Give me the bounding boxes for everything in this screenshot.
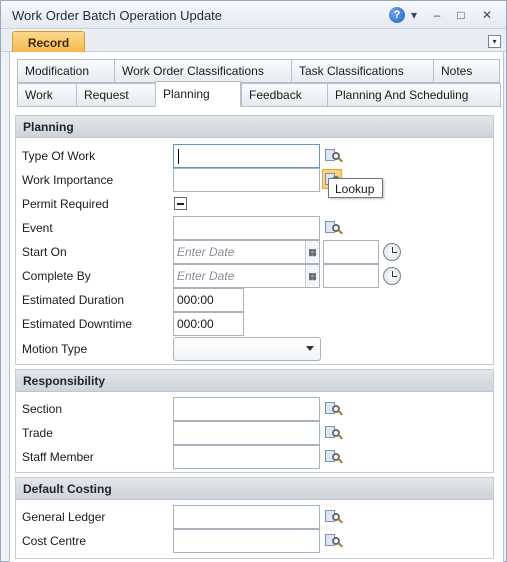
motion-type-select[interactable] xyxy=(173,337,321,361)
tab-planning-and-scheduling[interactable]: Planning And Scheduling xyxy=(327,83,501,107)
general-ledger-label: General Ledger xyxy=(22,510,106,524)
responsibility-group: Responsibility Section Trade Staff Membe… xyxy=(15,369,494,473)
staff-member-lookup-icon[interactable] xyxy=(323,447,343,467)
event-input[interactable] xyxy=(173,216,320,240)
clock-icon[interactable] xyxy=(383,267,401,285)
lookup-tooltip: Lookup xyxy=(328,178,383,198)
start-on-label: Start On xyxy=(22,245,67,259)
event-label: Event xyxy=(22,221,53,235)
section-label: Section xyxy=(22,402,63,416)
minimize-button[interactable]: – xyxy=(427,6,447,24)
tab-notes[interactable]: Notes xyxy=(433,59,500,83)
maximize-button[interactable]: □ xyxy=(451,6,471,24)
trade-lookup-icon[interactable] xyxy=(323,423,343,443)
work-importance-input[interactable] xyxy=(173,168,320,192)
permit-required-label: Permit Required xyxy=(22,197,109,211)
tab-modification[interactable]: Modification xyxy=(17,59,117,83)
type-of-work-label: Type Of Work xyxy=(22,149,96,163)
window: Work Order Batch Operation Update ? ▾ – … xyxy=(0,0,507,562)
section-lookup-icon[interactable] xyxy=(323,399,343,419)
ribbon-collapse-button[interactable]: ▾ xyxy=(488,35,501,48)
event-lookup-icon[interactable] xyxy=(323,218,343,238)
estimated-downtime-input[interactable]: 000:00 xyxy=(173,312,244,336)
tab-request[interactable]: Request xyxy=(76,83,157,107)
default-costing-group: Default Costing General Ledger Cost Cent… xyxy=(15,477,494,559)
close-button[interactable]: ✕ xyxy=(477,6,497,24)
estimated-duration-input[interactable]: 000:00 xyxy=(173,288,244,312)
responsibility-group-header: Responsibility xyxy=(16,370,493,392)
staff-member-input[interactable] xyxy=(173,445,320,469)
general-ledger-lookup-icon[interactable] xyxy=(323,507,343,527)
type-of-work-input[interactable] xyxy=(173,144,320,168)
cost-centre-lookup-icon[interactable] xyxy=(323,531,343,551)
trade-input[interactable] xyxy=(173,421,320,445)
complete-by-date-input[interactable]: Enter Date ▦ xyxy=(173,264,320,288)
planning-group-header: Planning xyxy=(16,116,493,138)
tab-task-classifications[interactable]: Task Classifications xyxy=(291,59,436,83)
title-bar: Work Order Batch Operation Update ? ▾ – … xyxy=(1,1,506,29)
complete-by-label: Complete By xyxy=(22,269,91,283)
staff-member-label: Staff Member xyxy=(22,450,94,464)
window-title: Work Order Batch Operation Update xyxy=(12,8,223,23)
start-on-time-input[interactable] xyxy=(323,240,379,264)
permit-required-checkbox[interactable] xyxy=(174,197,187,210)
planning-group: Planning Type Of Work Work Importance Pe… xyxy=(15,115,494,365)
motion-type-label: Motion Type xyxy=(22,342,88,356)
cost-centre-input[interactable] xyxy=(173,529,320,553)
tab-work[interactable]: Work xyxy=(17,83,78,107)
estimated-duration-label: Estimated Duration xyxy=(22,293,125,307)
default-costing-group-header: Default Costing xyxy=(16,478,493,500)
complete-by-time-input[interactable] xyxy=(323,264,379,288)
trade-label: Trade xyxy=(22,426,53,440)
tab-work-order-classifications[interactable]: Work Order Classifications xyxy=(114,59,294,83)
complete-by-placeholder: Enter Date xyxy=(177,269,235,283)
help-button[interactable]: ? xyxy=(387,6,407,24)
chevron-down-icon xyxy=(306,346,314,351)
calendar-icon[interactable]: ▦ xyxy=(305,241,319,263)
start-on-date-input[interactable]: Enter Date ▦ xyxy=(173,240,320,264)
help-icon: ? xyxy=(389,7,405,23)
cost-centre-label: Cost Centre xyxy=(22,534,87,548)
tab-feedback[interactable]: Feedback xyxy=(241,83,329,107)
start-on-placeholder: Enter Date xyxy=(177,245,235,259)
ribbon-bar: Record ▾ xyxy=(1,30,506,53)
clock-icon[interactable] xyxy=(383,243,401,261)
tab-planning[interactable]: Planning xyxy=(155,81,241,107)
record-tab[interactable]: Record xyxy=(12,31,85,53)
help-dropdown-button[interactable]: ▾ xyxy=(407,6,421,24)
type-of-work-lookup-icon[interactable] xyxy=(323,146,343,166)
section-input[interactable] xyxy=(173,397,320,421)
estimated-downtime-label: Estimated Downtime xyxy=(22,317,133,331)
general-ledger-input[interactable] xyxy=(173,505,320,529)
calendar-icon[interactable]: ▦ xyxy=(305,265,319,287)
work-importance-label: Work Importance xyxy=(22,173,114,187)
text-caret xyxy=(178,149,179,164)
